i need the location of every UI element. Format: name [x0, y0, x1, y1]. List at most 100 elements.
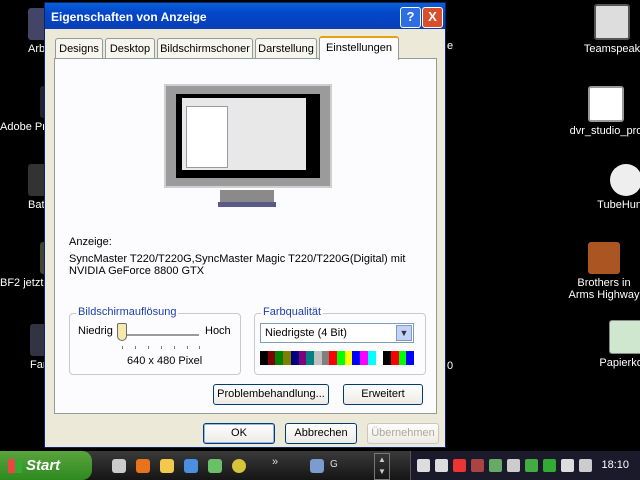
tubehunter-icon [610, 164, 640, 196]
tray-app-icon[interactable] [543, 459, 556, 472]
advanced-button[interactable]: Erweitert [343, 384, 423, 405]
palette-swatch [329, 351, 338, 365]
desktop-icon-brothers-in-arms[interactable]: Brothers in Arms Highway [564, 242, 640, 301]
desktop-icon-label: Papierkorb [599, 357, 640, 369]
windows-logo-icon [8, 459, 22, 473]
tab-darstellung[interactable]: Darstellung [255, 38, 317, 58]
desktop-icon-teamspeak[interactable]: Teamspeak [572, 4, 640, 55]
cancel-button[interactable]: Abbrechen [285, 423, 357, 444]
start-label: Start [26, 457, 61, 474]
palette-swatch [275, 351, 284, 365]
desktop-icon-tubehunter[interactable]: TubeHunter [586, 164, 640, 211]
quicklaunch-ie-icon[interactable] [184, 459, 198, 473]
palette-swatch [375, 351, 384, 365]
quicklaunch-app-icon[interactable] [232, 459, 246, 473]
preview-sidebar [186, 106, 228, 168]
monitor-base [218, 202, 276, 207]
resolution-legend: Bildschirmauflösung [76, 306, 179, 318]
palette-swatch [313, 351, 322, 365]
network-icon[interactable] [417, 459, 430, 472]
stray-desktop-text: e [447, 40, 454, 52]
security-icon[interactable] [453, 459, 466, 472]
tab-einstellungen[interactable]: Einstellungen [319, 36, 399, 60]
tab-bildschirmschoner[interactable]: Bildschirmschoner [157, 38, 253, 58]
color-quality-value: Niedrigste (4 Bit) [265, 327, 347, 339]
resolution-slider-thumb[interactable] [117, 323, 127, 341]
tray-app-icon[interactable] [579, 459, 592, 472]
troubleshoot-button[interactable]: Problembehandlung... [213, 384, 329, 405]
apply-button[interactable]: Übernehmen [367, 423, 439, 444]
palette-swatch [360, 351, 368, 365]
palette-swatch [344, 351, 353, 365]
quicklaunch-desktop-icon[interactable] [112, 459, 126, 473]
palette-swatch [306, 351, 314, 365]
help-icon[interactable]: ? [400, 7, 421, 28]
palette-swatch [267, 351, 276, 365]
task-button-icon[interactable] [310, 459, 324, 473]
clock[interactable]: 18:10 [601, 459, 629, 471]
display-properties-dialog: Eigenschaften von Anzeige ? X Designs De… [44, 2, 446, 448]
monitor-screen [176, 94, 320, 178]
display-name-line1: SyncMaster T220/T220G,SyncMaster Magic T… [69, 253, 406, 265]
slider-tick [187, 346, 188, 349]
palette-swatch [260, 351, 268, 365]
palette-swatch [398, 351, 407, 365]
recycle-bin-icon [609, 320, 640, 354]
monitor-stand [220, 190, 274, 202]
resolution-value: 640 x 480 Pixel [127, 355, 203, 367]
tray-app-icon[interactable] [489, 459, 502, 472]
network-icon[interactable] [435, 459, 448, 472]
desktop-icon-label: BF2 jetzt [0, 277, 44, 289]
settings-panel: Anzeige: SyncMaster T220/T220G,SyncMaste… [54, 58, 437, 414]
dialog-title: Eigenschaften von Anzeige [51, 10, 207, 24]
palette-swatch [383, 351, 391, 365]
dvr-studio-icon [588, 86, 624, 122]
palette-swatch [283, 351, 291, 365]
palette-swatch [367, 351, 376, 365]
color-quality-legend: Farbqualität [261, 306, 324, 318]
title-bar[interactable]: Eigenschaften von Anzeige ? X [45, 3, 445, 29]
palette-swatch [298, 351, 307, 365]
game-icon [588, 242, 620, 274]
color-palette-preview [260, 351, 415, 365]
color-quality-select[interactable]: Niedrigste (4 Bit) ▼ [260, 323, 414, 343]
volume-icon[interactable] [507, 459, 520, 472]
slider-tick [161, 346, 162, 349]
palette-swatch [290, 351, 299, 365]
teamspeak-icon [594, 4, 630, 40]
desktop-icon-label: Bat [28, 199, 45, 211]
task-button-label[interactable]: G [330, 459, 338, 470]
tab-desktop[interactable]: Desktop [105, 38, 155, 58]
desktop-icon-recycle-bin[interactable]: Papierkorb [586, 320, 640, 369]
palette-swatch [390, 351, 399, 365]
monitor-preview [164, 84, 332, 188]
chevron-icon[interactable]: » [272, 456, 278, 468]
palette-swatch [352, 351, 361, 365]
resolution-low-label: Niedrig [78, 325, 113, 337]
slider-tick [135, 346, 136, 349]
resolution-high-label: Hoch [205, 325, 231, 337]
taskbar-scroll[interactable]: ▲ ▼ [374, 453, 390, 480]
palette-swatch [321, 351, 330, 365]
tray-app-icon[interactable] [471, 459, 484, 472]
quicklaunch-firefox-icon[interactable] [136, 459, 150, 473]
close-icon[interactable]: X [422, 7, 443, 28]
display-name-line2: NVIDIA GeForce 8800 GTX [69, 265, 205, 277]
palette-swatch [406, 351, 415, 365]
desktop-icon-dvr-studio[interactable]: dvr_studio_pro [566, 86, 640, 137]
desktop-icon-label: TubeHunter [597, 199, 640, 211]
quicklaunch-app-icon[interactable] [208, 459, 222, 473]
tab-designs[interactable]: Designs [55, 38, 103, 58]
tray-app-icon[interactable] [561, 459, 574, 472]
start-button[interactable]: Start [0, 451, 92, 480]
slider-tick [148, 346, 149, 349]
tray-app-icon[interactable] [525, 459, 538, 472]
desktop-icon-label: dvr_studio_pro [569, 125, 640, 137]
resolution-slider-track[interactable] [121, 334, 199, 337]
ok-button[interactable]: OK [203, 423, 275, 444]
desktop-icon-label: Brothers in Arms Highway [568, 277, 640, 301]
quicklaunch-explorer-icon[interactable] [160, 459, 174, 473]
display-label: Anzeige: [69, 236, 112, 248]
slider-tick [199, 346, 200, 349]
chevron-down-icon[interactable]: ▼ [396, 325, 412, 341]
